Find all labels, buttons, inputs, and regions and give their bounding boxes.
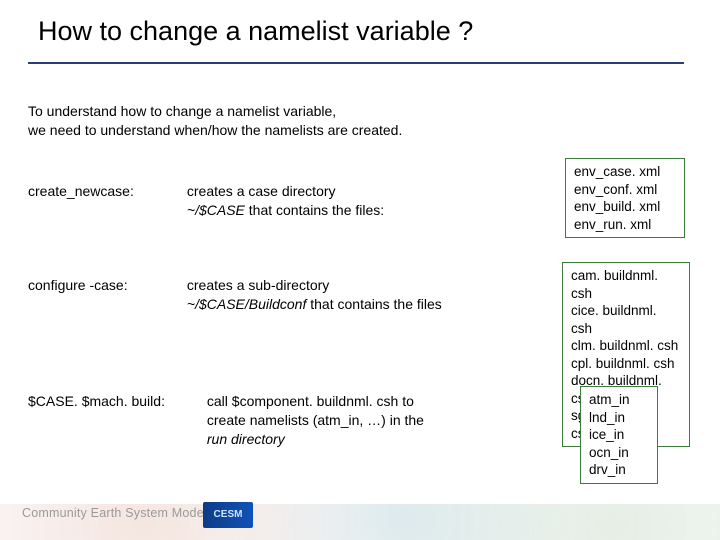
intro-line-1: To understand how to change a namelist v… — [28, 103, 336, 119]
desc-path: ~/$CASE/Buildconf — [187, 296, 306, 312]
file-item: env_case. xml — [574, 163, 676, 181]
cesm-logo: CESM — [203, 502, 253, 528]
step-command: create_newcase: — [28, 182, 183, 201]
file-item: drv_in — [589, 461, 649, 479]
page-title: How to change a namelist variable ? — [38, 16, 473, 47]
file-item: clm. buildnml. csh — [571, 337, 681, 355]
intro-line-2: we need to understand when/how the namel… — [28, 122, 402, 138]
desc-path: run directory — [207, 431, 285, 447]
file-item: atm_in — [589, 391, 649, 409]
step-description: call $component. buildnml. csh to create… — [207, 392, 437, 449]
step-command: $CASE. $mach. build: — [28, 392, 203, 411]
file-item: cice. buildnml. csh — [571, 302, 681, 337]
desc-pre: call $component. buildnml. csh to create… — [207, 393, 424, 428]
slide: How to change a namelist variable ? To u… — [0, 0, 720, 540]
file-item: env_conf. xml — [574, 181, 676, 199]
step-description: creates a case directory ~/$CASE that co… — [187, 182, 384, 220]
desc-pre: creates a case directory — [187, 183, 336, 199]
file-item: cam. buildnml. csh — [571, 267, 681, 302]
file-item: ice_in — [589, 426, 649, 444]
step-command: configure -case: — [28, 276, 183, 295]
file-item: ocn_in — [589, 444, 649, 462]
desc-post: that contains the files — [306, 296, 441, 312]
file-item: env_run. xml — [574, 216, 676, 234]
step-row: $CASE. $mach. build: call $component. bu… — [28, 392, 437, 449]
step-row: create_newcase: creates a case directory… — [28, 182, 384, 220]
desc-post: that contains the files: — [245, 202, 384, 218]
file-list-box: env_case. xml env_conf. xml env_build. x… — [565, 158, 685, 238]
file-item: env_build. xml — [574, 198, 676, 216]
step-description: creates a sub-directory ~/$CASE/Buildcon… — [187, 276, 442, 314]
file-item: cpl. buildnml. csh — [571, 355, 681, 373]
desc-path: ~/$CASE — [187, 202, 245, 218]
step-row: configure -case: creates a sub-directory… — [28, 276, 442, 314]
file-item: lnd_in — [589, 409, 649, 427]
intro-text: To understand how to change a namelist v… — [28, 102, 402, 140]
desc-pre: creates a sub-directory — [187, 277, 329, 293]
file-list-box: atm_in lnd_in ice_in ocn_in drv_in — [580, 386, 658, 484]
title-underline — [28, 62, 684, 64]
